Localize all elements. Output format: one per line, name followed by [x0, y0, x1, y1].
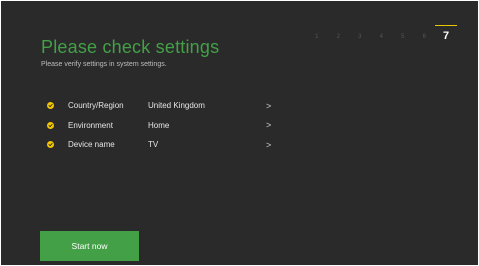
chevron-right-icon: > [266, 139, 272, 150]
step-2: 2 [336, 34, 340, 40]
step-7-current: 7 [435, 25, 457, 42]
check-circle-icon [47, 141, 54, 149]
setting-row-device-name[interactable]: Device name TV > [47, 135, 277, 155]
chevron-right-icon: > [266, 100, 272, 111]
setting-row-environment[interactable]: Environment Home > [47, 116, 277, 136]
settings-list: Country/Region United Kingdom > Environm… [47, 96, 277, 155]
setup-screen: Please check settings Please verify sett… [1, 1, 478, 265]
check-circle-icon [47, 121, 54, 129]
setting-value: Home [148, 120, 170, 130]
step-4: 4 [379, 34, 383, 40]
start-now-button[interactable]: Start now [40, 231, 139, 261]
page-title: Please check settings [41, 37, 220, 57]
setting-label: Environment [68, 120, 113, 130]
page-subtitle: Please verify settings in system setting… [41, 61, 167, 68]
step-6: 6 [422, 34, 426, 40]
chevron-right-icon: > [266, 120, 272, 131]
setting-row-country-region[interactable]: Country/Region United Kingdom > [47, 96, 277, 116]
check-circle-icon [47, 102, 54, 110]
setting-label: Country/Region [68, 101, 124, 111]
setting-value: TV [148, 140, 159, 150]
setting-value: United Kingdom [148, 101, 205, 111]
setting-label: Device name [68, 140, 115, 150]
step-1: 1 [315, 34, 319, 40]
step-indicator: 1 2 3 4 5 6 7 [306, 25, 457, 42]
step-5: 5 [401, 34, 405, 40]
step-3: 3 [358, 34, 362, 40]
